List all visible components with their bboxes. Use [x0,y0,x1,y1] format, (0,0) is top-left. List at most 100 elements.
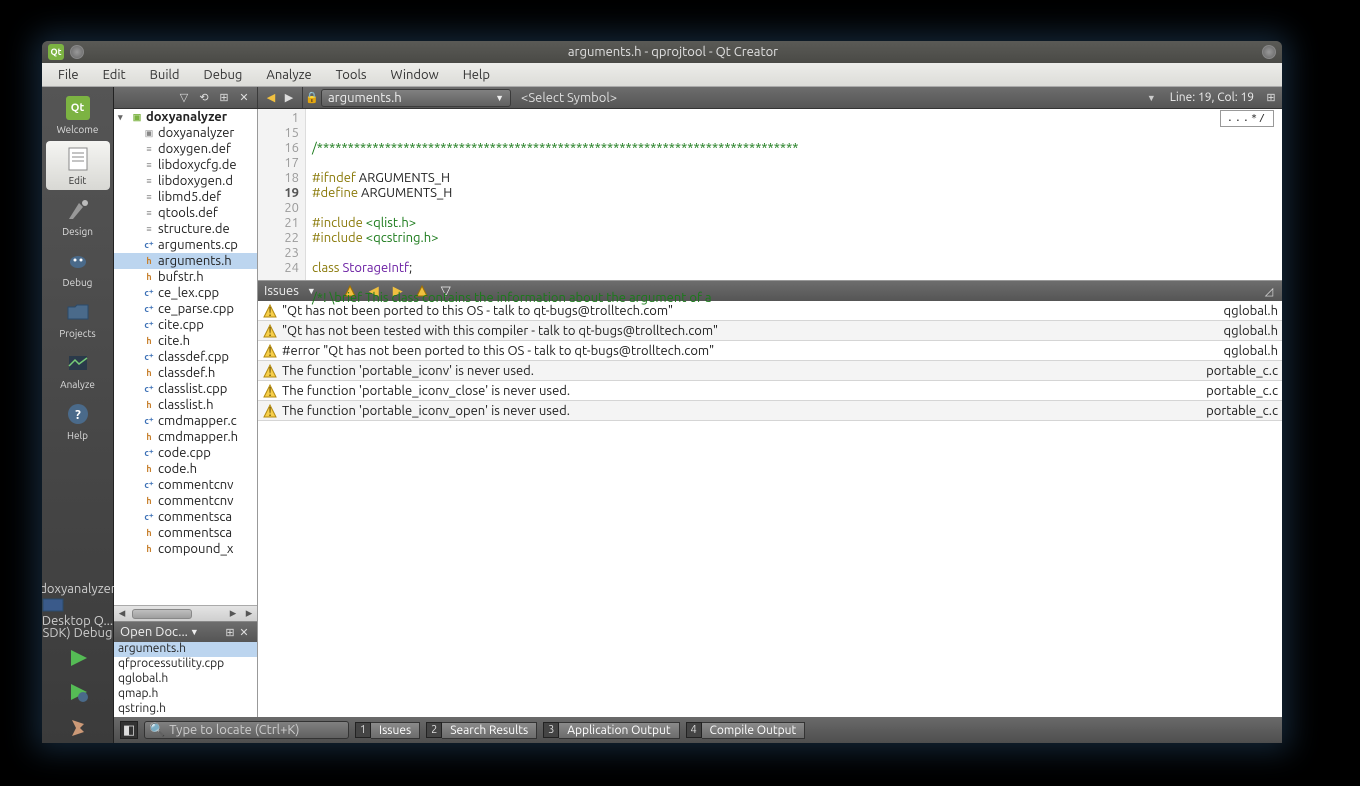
tree-item[interactable]: c⁺ce_parse.cpp [114,301,257,317]
mode-debug[interactable]: Debug [46,243,110,292]
mode-analyze[interactable]: Analyze [46,345,110,394]
window-minimize-icon[interactable] [1262,45,1276,59]
tree-item[interactable]: hcite.h [114,333,257,349]
grid-icon[interactable]: ⊞ [1264,91,1278,105]
issue-row[interactable]: !#error "Qt has not been ported to this … [258,341,1282,361]
open-doc-item[interactable]: qstring.h [114,702,257,717]
svg-text:!: ! [268,345,272,359]
projects-icon [64,298,92,326]
menu-edit[interactable]: Edit [91,65,138,85]
lock-icon[interactable]: 🔒 [305,91,319,105]
locator-input[interactable]: 🔍 Type to locate (Ctrl+K) [144,721,349,739]
fold-indicator[interactable]: ...*/ [1220,110,1274,127]
tree-root[interactable]: ▾▣doxyanalyzer [114,109,257,125]
svg-text:!: ! [268,405,272,419]
tree-item[interactable]: c⁺ce_lex.cpp [114,285,257,301]
tree-item[interactable]: c⁺cite.cpp [114,317,257,333]
tree-item[interactable]: hbufstr.h [114,269,257,285]
menu-help[interactable]: Help [451,65,502,85]
open-doc-item[interactable]: qfprocessutility.cpp [114,657,257,672]
tree-item[interactable]: hcommentsca [114,525,257,541]
tree-item[interactable]: ≡libdoxygen.d [114,173,257,189]
open-doc-item[interactable]: qglobal.h [114,672,257,687]
menu-tools[interactable]: Tools [324,65,379,85]
tree-item[interactable]: hcompound_x [114,541,257,557]
h-scrollbar[interactable]: ◂▸▸ [114,605,257,621]
window-close-icon[interactable] [70,45,84,59]
tree-item[interactable]: ≡structure.de [114,221,257,237]
warning-icon: ! [262,303,278,319]
mode-edit[interactable]: Edit [46,141,110,190]
tree-item[interactable]: ≡libmd5.def [114,189,257,205]
line-gutter: 115161718192021222324 [258,109,306,280]
menu-file[interactable]: File [46,65,91,85]
file-combo[interactable]: arguments.h ▼ [321,89,511,107]
filter-icon[interactable]: ▽ [177,91,191,105]
mode-welcome[interactable]: QtWelcome [46,90,110,139]
tree-item[interactable]: c⁺commentcnv [114,477,257,493]
main-window: Qt arguments.h - qprojtool - Qt Creator … [42,41,1282,743]
link-icon[interactable]: ⟲ [197,91,211,105]
split-icon[interactable]: ⊞ [223,625,237,639]
file-h-icon: h [142,367,156,379]
file-def-icon: ≡ [142,159,156,171]
output-tab-issues[interactable]: 1Issues [355,721,420,739]
file-h-icon: h [142,271,156,283]
run-button[interactable] [63,645,93,671]
output-tab-application-output[interactable]: 3Application Output [543,721,679,739]
tree-item[interactable]: ≡qtools.def [114,205,257,221]
output-tab-search-results[interactable]: 2Search Results [426,721,537,739]
build-button[interactable] [63,713,93,739]
tree-item[interactable]: ≡doxygen.def [114,141,257,157]
file-def-icon: ≡ [142,191,156,203]
menu-build[interactable]: Build [138,65,192,85]
close-pane-icon[interactable]: ✕ [237,91,251,105]
tree-item[interactable]: c⁺code.cpp [114,445,257,461]
issue-row[interactable]: !The function 'portable_iconv' is never … [258,361,1282,381]
code-editor[interactable]: 115161718192021222324 /*****************… [258,109,1282,281]
file-cpp-icon: c⁺ [142,239,156,251]
nav-fwd-icon[interactable]: ▶ [282,91,296,105]
split-icon[interactable]: ⊞ [217,91,231,105]
tree-item[interactable]: c⁺cmdmapper.c [114,413,257,429]
menu-window[interactable]: Window [379,65,451,85]
tree-item[interactable]: c⁺commentsca [114,509,257,525]
tree-item[interactable]: ▣doxyanalyzer [114,125,257,141]
svg-text:!: ! [268,365,272,379]
open-doc-item[interactable]: arguments.h [114,642,257,657]
tree-item[interactable]: hcode.h [114,461,257,477]
menu-debug[interactable]: Debug [192,65,255,85]
tree-item[interactable]: ≡libdoxycfg.de [114,157,257,173]
tree-item[interactable]: hclasslist.h [114,397,257,413]
issue-row[interactable]: !The function 'portable_iconv_open' is n… [258,401,1282,421]
run-debug-button[interactable] [63,679,93,705]
tree-item[interactable]: hclassdef.h [114,365,257,381]
chevron-down-icon: ▼ [495,93,504,103]
code-area[interactable]: /***************************************… [306,109,1282,280]
tree-item[interactable]: c⁺arguments.cp [114,237,257,253]
kit-selector[interactable]: doxyanalyzerDesktop Q...SDK) Debug [42,581,118,641]
project-tree[interactable]: ▾▣doxyanalyzer▣doxyanalyzer≡doxygen.def≡… [114,109,257,605]
nav-back-icon[interactable]: ◀ [264,91,278,105]
titlebar: Qt arguments.h - qprojtool - Qt Creator [42,41,1282,63]
tree-item[interactable]: hcommentcnv [114,493,257,509]
tree-item[interactable]: hcmdmapper.h [114,429,257,445]
issues-list[interactable]: !"Qt has not been ported to this OS - ta… [258,301,1282,717]
open-doc-item[interactable]: qmap.h [114,687,257,702]
tree-item[interactable]: c⁺classdef.cpp [114,349,257,365]
tree-item[interactable]: c⁺classlist.cpp [114,381,257,397]
menu-analyze[interactable]: Analyze [254,65,323,85]
mode-help[interactable]: ?Help [46,396,110,445]
tree-item[interactable]: harguments.h [114,253,257,269]
file-cpp-icon: c⁺ [142,447,156,459]
open-docs-list[interactable]: arguments.hqfprocessutility.cppqglobal.h… [114,642,257,717]
toggle-sidebar-icon[interactable]: ◧ [120,721,138,739]
symbol-combo[interactable]: <Select Symbol> [515,91,935,105]
output-tab-compile-output[interactable]: 4Compile Output [686,721,806,739]
mode-projects[interactable]: Projects [46,294,110,343]
close-icon[interactable]: ✕ [237,625,251,639]
issue-row[interactable]: !The function 'portable_iconv_close' is … [258,381,1282,401]
mode-design[interactable]: Design [46,192,110,241]
mode-bar: QtWelcomeEditDesignDebugProjectsAnalyze?… [42,87,114,743]
search-icon: 🔍 [149,723,165,738]
